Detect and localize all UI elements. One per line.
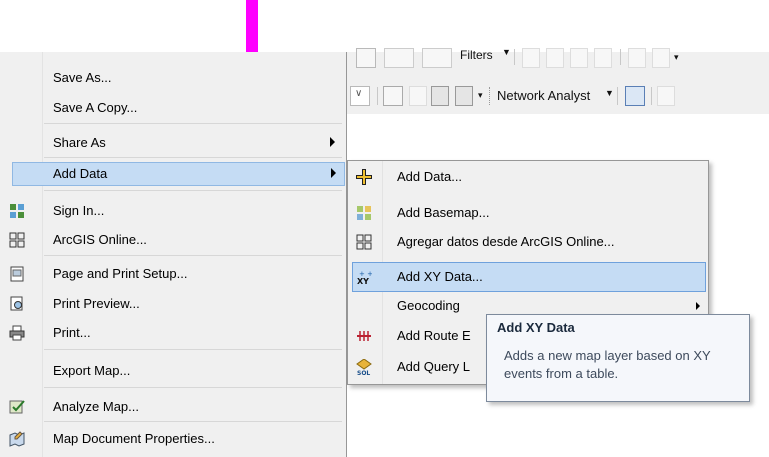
menu-separator xyxy=(44,255,342,256)
arcgis-online-grid-icon xyxy=(356,234,372,250)
dropdown-button[interactable] xyxy=(356,48,376,68)
page-setup-icon xyxy=(10,266,24,282)
menu-item-save-a-copy[interactable]: Save A Copy... xyxy=(0,96,345,120)
chevron-down-icon: ▼ xyxy=(502,47,511,57)
menu-item-label: Analyze Map... xyxy=(53,399,139,414)
submenu-arrow-icon xyxy=(331,168,336,178)
menu-item-label: Add Data xyxy=(53,166,108,181)
menu-item-arcgis-online[interactable]: ArcGIS Online... xyxy=(0,228,345,252)
route-events-icon xyxy=(357,331,371,341)
submenu-item-label: Add Query L xyxy=(397,359,470,374)
combo-dropdown[interactable]: ∨ xyxy=(350,86,370,106)
submenu-item-label: Add Basemap... xyxy=(397,205,490,220)
menu-item-label: Print Preview... xyxy=(53,296,140,311)
svg-text:SQL: SQL xyxy=(357,370,370,375)
basemap-icon xyxy=(357,206,371,220)
submenu-item-label: Geocoding xyxy=(397,298,460,313)
menu-item-label: Print... xyxy=(53,325,91,340)
menu-separator xyxy=(44,349,342,350)
submenu-item-add-xy-data[interactable]: + + XY Add XY Data... xyxy=(352,262,706,292)
print-preview-icon xyxy=(10,296,23,311)
layer-dropdown[interactable] xyxy=(384,48,414,68)
tooltip-title: Add XY Data xyxy=(497,320,575,335)
back-arrow-icon[interactable] xyxy=(522,48,540,68)
image-icon[interactable] xyxy=(628,48,646,68)
sign-in-icon xyxy=(10,204,24,218)
network-tool-icon[interactable] xyxy=(625,86,645,106)
map-properties-icon xyxy=(9,431,25,447)
menu-item-label: Save As... xyxy=(53,70,112,85)
layout-icon[interactable] xyxy=(409,86,427,106)
add-data-plus-icon xyxy=(356,169,372,185)
menu-separator xyxy=(44,387,342,388)
menu-item-label: Share As xyxy=(53,135,106,150)
menu-item-map-document-properties[interactable]: Map Document Properties... xyxy=(0,427,345,451)
overflow-icon-2[interactable]: ▾ xyxy=(478,90,483,101)
new-document-icon[interactable] xyxy=(383,86,403,106)
toolbar-row-2: ∨ ▾ Network Analyst ▼ xyxy=(345,83,769,109)
symbol-dropdown[interactable] xyxy=(422,48,452,68)
menu-separator xyxy=(44,123,342,124)
toolbar-row-1: Filters ▼ ▾ xyxy=(350,46,769,68)
up-arrow-icon[interactable] xyxy=(570,48,588,68)
menu-item-label: Page and Print Setup... xyxy=(53,266,188,281)
menu-item-export-map[interactable]: Export Map... xyxy=(0,359,345,383)
arcgis-online-icon xyxy=(9,232,25,248)
tooltip-body: Adds a new map layer based on XY events … xyxy=(504,348,711,381)
chevron-down-icon: ▼ xyxy=(605,88,614,98)
menu-item-sign-in[interactable]: Sign In... xyxy=(0,199,345,223)
submenu-item-label: Add XY Data... xyxy=(397,269,483,284)
menu-item-print-preview[interactable]: Print Preview... xyxy=(0,292,345,316)
forward-arrow-icon[interactable] xyxy=(546,48,564,68)
menu-item-label: ArcGIS Online... xyxy=(53,232,147,247)
menu-separator xyxy=(44,421,342,422)
menu-item-label: Map Document Properties... xyxy=(53,431,215,446)
submenu-arrow-icon xyxy=(330,137,335,147)
menu-separator xyxy=(44,157,342,158)
route-tool-icon[interactable] xyxy=(657,86,675,106)
menu-item-print[interactable]: Print... xyxy=(0,321,345,345)
network-icon[interactable] xyxy=(431,86,449,106)
menu-item-analyze-map[interactable]: Analyze Map... xyxy=(0,395,345,419)
submenu-item-arcgis-online[interactable]: Agregar datos desde ArcGIS Online... xyxy=(348,227,707,257)
printer-icon xyxy=(9,325,25,341)
copy-icon[interactable] xyxy=(455,86,473,106)
svg-text:XY: XY xyxy=(357,277,369,285)
analyze-map-icon xyxy=(9,400,25,414)
submenu-item-label: Agregar datos desde ArcGIS Online... xyxy=(397,234,615,249)
overflow-icon[interactable]: ▾ xyxy=(674,52,679,63)
submenu-arrow-icon xyxy=(696,302,700,310)
image-icon-2[interactable] xyxy=(652,48,670,68)
menu-item-share-as[interactable]: Share As xyxy=(0,131,345,155)
tooltip: Add XY Data Adds a new map layer based o… xyxy=(486,314,750,402)
xy-data-icon: + + XY xyxy=(357,270,372,285)
menu-separator xyxy=(44,190,342,191)
down-arrow-icon[interactable] xyxy=(594,48,612,68)
submenu-item-label: Add Data... xyxy=(397,169,463,184)
menu-item-page-print-setup[interactable]: Page and Print Setup... xyxy=(0,262,345,286)
menu-item-label: Export Map... xyxy=(53,363,131,378)
sql-query-icon: SQL xyxy=(356,359,372,375)
submenu-item-label: Add Route E xyxy=(397,328,471,343)
menu-item-save-as[interactable]: Save As... xyxy=(0,66,345,90)
filters-menu[interactable]: Filters xyxy=(460,48,493,62)
menu-item-label: Save A Copy... xyxy=(53,100,138,115)
network-analyst-menu[interactable]: Network Analyst xyxy=(497,88,590,103)
submenu-item-add-basemap[interactable]: Add Basemap... xyxy=(348,198,707,228)
menu-item-label: Sign In... xyxy=(53,203,105,218)
menu-item-add-data[interactable]: Add Data xyxy=(12,162,345,186)
submenu-item-add-data[interactable]: Add Data... xyxy=(348,162,707,192)
